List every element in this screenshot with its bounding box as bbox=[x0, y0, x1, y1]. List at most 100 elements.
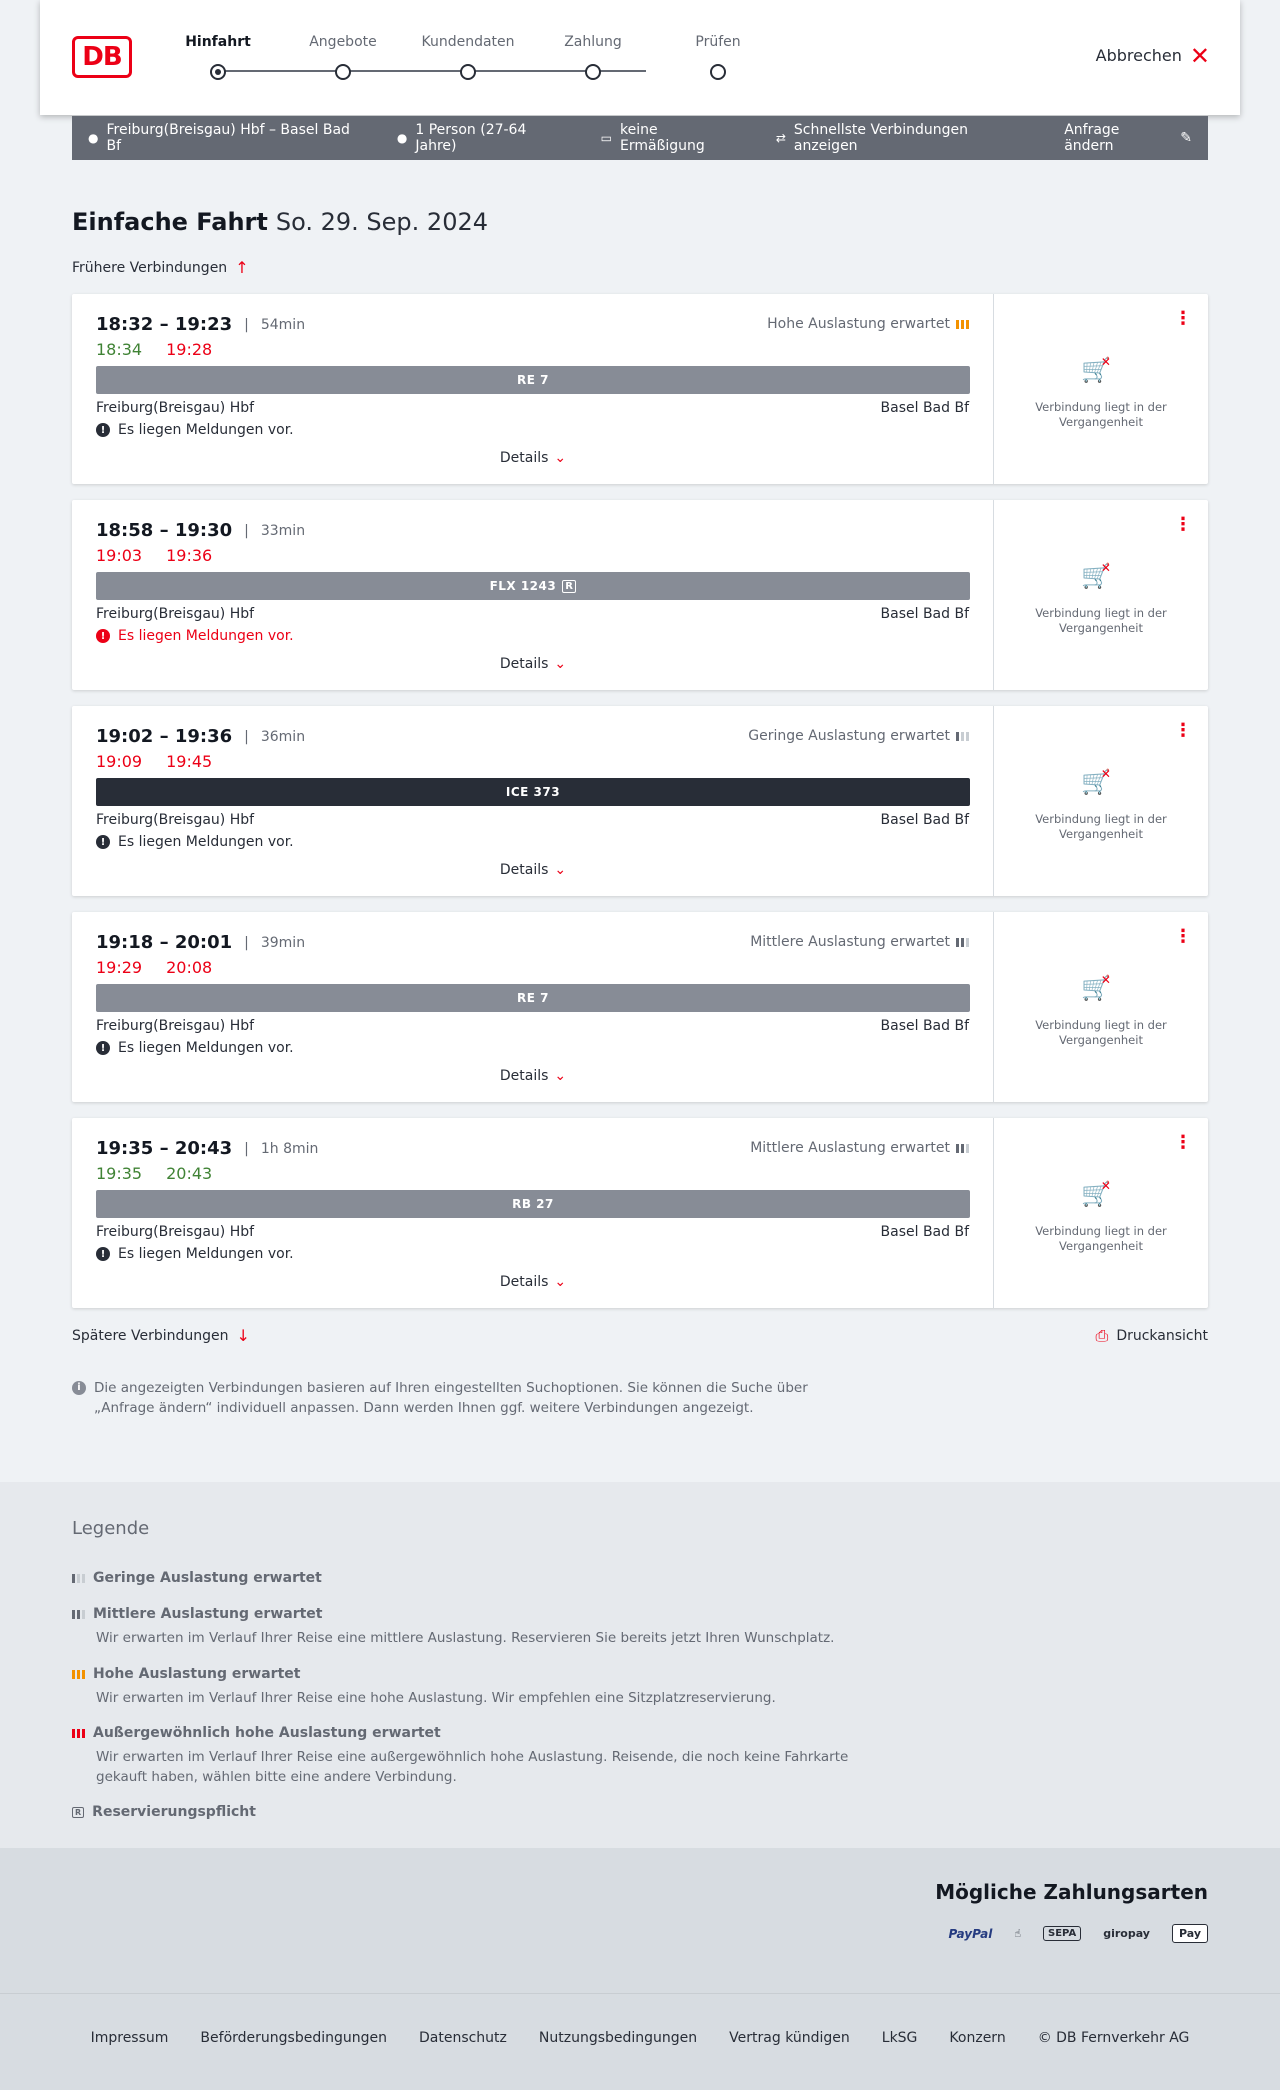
realtime-departure: 19:35 bbox=[96, 1164, 143, 1183]
planned-times: 19:35 – 20:43 | 1h 8min bbox=[96, 1138, 319, 1159]
print-view-link[interactable]: ⎙ Druckansicht bbox=[1096, 1326, 1208, 1346]
planned-arrival: 19:23 bbox=[174, 314, 233, 335]
step-dot bbox=[585, 64, 601, 80]
details-toggle[interactable]: Details ⌄ bbox=[72, 862, 994, 878]
footer-link-konzern[interactable]: Konzern bbox=[949, 2030, 1005, 2046]
planned-departure: 18:32 bbox=[96, 314, 154, 335]
connection-card[interactable]: 18:58 – 19:30 | 33min 19:03 19:36 FLX 12… bbox=[72, 500, 1208, 690]
train-name: ICE 373 bbox=[505, 785, 561, 799]
details-label: Details bbox=[499, 1274, 549, 1290]
connection-card[interactable]: 19:02 – 19:36 | 36min 19:09 19:45 Gering… bbox=[72, 706, 1208, 896]
footer-link-befoerderung[interactable]: Beförderungsbedingungen bbox=[200, 2030, 387, 2046]
cart-disabled-icon: 🛒✕ bbox=[1081, 561, 1111, 590]
connection-main: 19:18 – 20:01 | 39min 19:29 20:08 Mittle… bbox=[72, 912, 994, 1102]
arrow-up-icon: ↑ bbox=[235, 258, 249, 277]
chevron-down-icon: ⌄ bbox=[554, 450, 567, 466]
footer-link-datenschutz[interactable]: Datenschutz bbox=[419, 2030, 507, 2046]
change-request-button[interactable]: Anfrage ändern ✎ bbox=[1064, 122, 1192, 154]
details-label: Details bbox=[499, 450, 549, 466]
more-options-icon[interactable]: ⋮ bbox=[1174, 514, 1192, 535]
more-options-icon[interactable]: ⋮ bbox=[1174, 1132, 1192, 1153]
origin-station: Freiburg(Breisgau) Hbf bbox=[96, 1018, 255, 1034]
occupancy-icon bbox=[956, 1143, 969, 1153]
step-label: Hinfahrt bbox=[185, 34, 251, 50]
step-angebote: Angebote bbox=[293, 34, 393, 80]
footer-link-nutzung[interactable]: Nutzungsbedingungen bbox=[539, 2030, 697, 2046]
details-toggle[interactable]: Details ⌄ bbox=[72, 450, 994, 466]
chevron-down-icon: ⌄ bbox=[554, 656, 567, 672]
origin-station: Freiburg(Breisgau) Hbf bbox=[96, 606, 255, 622]
origin-station: Freiburg(Breisgau) Hbf bbox=[96, 400, 255, 416]
alert-icon: ! bbox=[96, 1247, 110, 1261]
more-options-icon[interactable]: ⋮ bbox=[1174, 720, 1192, 741]
step-hinfahrt[interactable]: Hinfahrt bbox=[168, 34, 268, 80]
change-request-label: Anfrage ändern bbox=[1064, 122, 1120, 154]
more-options-icon[interactable]: ⋮ bbox=[1174, 926, 1192, 947]
origin-station: Freiburg(Breisgau) Hbf bbox=[96, 1224, 255, 1240]
bahncard-icon: ▭ bbox=[600, 131, 613, 145]
alert-icon: ! bbox=[96, 835, 110, 849]
realtime-times: 18:34 19:28 bbox=[96, 340, 212, 359]
cart-disabled-icon: 🛒✕ bbox=[1081, 355, 1111, 384]
train-name: RE 7 bbox=[517, 991, 549, 1005]
notice-text: Es liegen Meldungen vor. bbox=[118, 1040, 294, 1056]
footer-link-impressum[interactable]: Impressum bbox=[91, 2030, 169, 2046]
realtime-arrival: 20:43 bbox=[166, 1164, 213, 1183]
footer-link-kuendigen[interactable]: Vertrag kündigen bbox=[729, 2030, 850, 2046]
details-label: Details bbox=[499, 1068, 549, 1084]
details-toggle[interactable]: Details ⌄ bbox=[72, 656, 994, 672]
connection-card[interactable]: 18:32 – 19:23 | 54min 18:34 19:28 Hohe A… bbox=[72, 294, 1208, 484]
step-zahlung: Zahlung bbox=[543, 34, 643, 80]
connection-card[interactable]: 19:18 – 20:01 | 39min 19:29 20:08 Mittle… bbox=[72, 912, 1208, 1102]
planned-times: 19:02 – 19:36 | 36min bbox=[96, 726, 306, 747]
duration: 36min bbox=[260, 728, 306, 745]
cart-disabled-icon: 🛒✕ bbox=[1081, 1179, 1111, 1208]
details-toggle[interactable]: Details ⌄ bbox=[72, 1068, 994, 1084]
person-icon: ● bbox=[396, 131, 408, 145]
duration: 54min bbox=[260, 316, 306, 333]
planned-times: 18:58 – 19:30 | 33min bbox=[96, 520, 306, 541]
destination-station: Basel Bad Bf bbox=[880, 606, 969, 622]
earlier-connections-link[interactable]: Frühere Verbindungen ↑ bbox=[72, 258, 249, 277]
planned-departure: 19:18 bbox=[96, 932, 154, 953]
print-label: Druckansicht bbox=[1116, 1328, 1208, 1344]
cancel-button[interactable]: Abbrechen ✕ bbox=[1096, 44, 1210, 68]
duration: 39min bbox=[260, 934, 306, 951]
realtime-arrival: 19:45 bbox=[166, 752, 213, 771]
legend-item-title: Hohe Auslastung erwartet bbox=[93, 1666, 301, 1682]
connection-status-panel: ⋮ 🛒✕ Verbindung liegt in der Vergangenhe… bbox=[994, 1118, 1208, 1308]
step-kundendaten: Kundendaten bbox=[418, 34, 518, 80]
db-logo[interactable]: DB bbox=[72, 36, 132, 78]
details-toggle[interactable]: Details ⌄ bbox=[72, 1274, 994, 1290]
occupancy-low-icon bbox=[72, 1573, 85, 1583]
status-text: Verbindung liegt in der Vergangenheit bbox=[1035, 606, 1167, 635]
notice-text: Es liegen Meldungen vor. bbox=[118, 1246, 294, 1262]
connection-card[interactable]: 19:35 – 20:43 | 1h 8min 19:35 20:43 Mitt… bbox=[72, 1118, 1208, 1308]
realtime-departure: 18:34 bbox=[96, 340, 143, 359]
realtime-arrival: 20:08 bbox=[166, 958, 213, 977]
alert-icon: ! bbox=[96, 423, 110, 437]
booking-stepper: Hinfahrt Angebote Kundendaten Zahlung Pr… bbox=[182, 34, 741, 84]
more-options-icon[interactable]: ⋮ bbox=[1174, 308, 1192, 329]
train-name: RE 7 bbox=[517, 373, 549, 387]
occupancy-indicator: Mittlere Auslastung erwartet bbox=[750, 1140, 969, 1156]
step-dot bbox=[335, 64, 351, 80]
planned-departure: 19:02 bbox=[96, 726, 154, 747]
legend-item-title: Reservierungspflicht bbox=[92, 1804, 256, 1820]
separator: | bbox=[244, 728, 249, 745]
occupancy-text: Geringe Auslastung erwartet bbox=[748, 728, 950, 744]
separator: | bbox=[244, 316, 249, 333]
later-connections-link[interactable]: Spätere Verbindungen ↓ bbox=[72, 1326, 250, 1345]
giropay-logo: giropay bbox=[1103, 1927, 1150, 1940]
top-header: DB Hinfahrt Angebote Kundendaten Zahlung… bbox=[40, 0, 1240, 115]
mode-summary: ⇄ Schnellste Verbindungen anzeigen bbox=[776, 122, 1034, 154]
status-text: Verbindung liegt in der Vergangenheit bbox=[1035, 812, 1167, 841]
step-pruefen: Prüfen bbox=[668, 34, 768, 80]
legend-item-medium: Mittlere Auslastung erwartet Wir erwarte… bbox=[72, 1606, 872, 1648]
separator: | bbox=[244, 934, 249, 951]
route-text: Freiburg(Breisgau) Hbf – Basel Bad Bf bbox=[106, 122, 350, 154]
notice-message: ! Es liegen Meldungen vor. bbox=[96, 1040, 294, 1056]
footer-link-lksg[interactable]: LkSG bbox=[882, 2030, 918, 2046]
step-label: Angebote bbox=[309, 34, 377, 50]
step-dot bbox=[710, 64, 726, 80]
